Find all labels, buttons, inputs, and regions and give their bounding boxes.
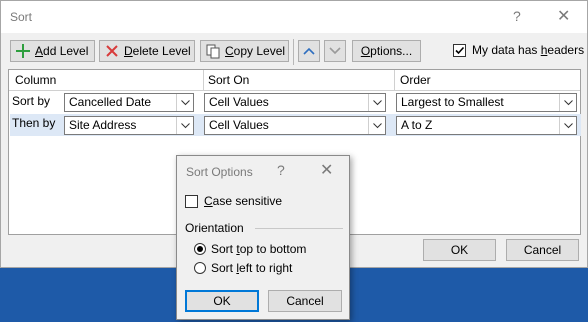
left-to-right-label: Sort left to right [211, 260, 293, 275]
add-level-hotkey: A [35, 44, 44, 58]
delete-x-icon [104, 43, 120, 59]
sort-top-to-bottom-option[interactable]: Sort top to bottom [194, 241, 306, 256]
orientation-label: Orientation [185, 221, 244, 235]
top-to-bottom-radio[interactable] [194, 242, 206, 255]
help-button[interactable]: ? [513, 8, 521, 24]
add-level-label: dd Level [43, 44, 89, 58]
row-label: Sort by [12, 94, 51, 108]
chevron-down-icon [329, 44, 341, 58]
options-hotkey: O [360, 44, 371, 58]
close-button[interactable]: ✕ [557, 6, 570, 26]
delete-level-label: elete Level [132, 44, 191, 58]
move-up-button[interactable] [298, 40, 320, 62]
title-bar: Sort ? ✕ [1, 1, 587, 33]
sort-on-dropdown[interactable]: Cell Values [204, 116, 386, 135]
order-dropdown[interactable]: Largest to Smallest [396, 93, 577, 112]
column-dropdown[interactable]: Site Address [64, 116, 194, 135]
delete-level-hotkey: D [124, 44, 133, 58]
options-button[interactable]: Options... [352, 40, 421, 62]
move-down-button[interactable] [324, 40, 346, 62]
dialog-title: Sort [10, 10, 33, 24]
top-to-bottom-label: Sort top to bottom [211, 241, 307, 256]
sort-options-dialog: Sort Options ? ✕ Case sensitive Orientat… [176, 155, 350, 320]
toolbar-separator [293, 39, 294, 65]
chevron-down-icon[interactable] [176, 117, 193, 134]
row-label: Then by [12, 116, 56, 130]
my-data-has-headers[interactable]: My data has headers [453, 43, 584, 57]
sort-on-header: Sort On [208, 73, 250, 87]
help-button[interactable]: ? [277, 162, 285, 178]
chevron-down-icon[interactable] [368, 117, 385, 134]
add-level-button[interactable]: Add Level [10, 40, 95, 62]
chevron-down-icon[interactable] [559, 117, 576, 134]
ok-button[interactable]: OK [423, 239, 496, 261]
group-divider [255, 228, 343, 229]
sort-on-dropdown[interactable]: Cell Values [204, 93, 386, 112]
copy-level-label: opy Level [233, 44, 286, 58]
sort-options-title: Sort Options [186, 165, 253, 179]
order-dropdown[interactable]: A to Z [396, 116, 577, 135]
sort-left-to-right-option[interactable]: Sort left to right [194, 260, 292, 275]
case-sensitive-option[interactable]: Case sensitive [185, 194, 282, 208]
headers-checkbox[interactable] [453, 43, 466, 57]
copy-icon [205, 43, 221, 59]
sort-options-cancel-button[interactable]: Cancel [268, 290, 342, 312]
chevron-down-icon[interactable] [368, 94, 385, 111]
case-sensitive-label: Case sensitive [204, 194, 283, 208]
delete-level-button[interactable]: Delete Level [99, 40, 195, 62]
cancel-button[interactable]: Cancel [506, 239, 579, 261]
column-header: Column [15, 73, 57, 87]
sort-options-ok-button[interactable]: OK [185, 290, 259, 312]
column-dropdown[interactable]: Cancelled Date [64, 93, 194, 112]
headers-checkbox-label: My data has headers [472, 43, 585, 57]
chevron-down-icon[interactable] [176, 94, 193, 111]
options-label: ptions... [370, 44, 413, 58]
copy-level-hotkey: C [225, 44, 234, 58]
chevron-up-icon [303, 44, 315, 58]
close-button[interactable]: ✕ [320, 160, 333, 180]
chevron-down-icon[interactable] [559, 94, 576, 111]
plus-icon [15, 43, 31, 59]
copy-level-button[interactable]: Copy Level [200, 40, 289, 62]
case-sensitive-checkbox[interactable] [185, 194, 198, 208]
order-header: Order [400, 73, 431, 87]
left-to-right-radio[interactable] [194, 261, 206, 274]
